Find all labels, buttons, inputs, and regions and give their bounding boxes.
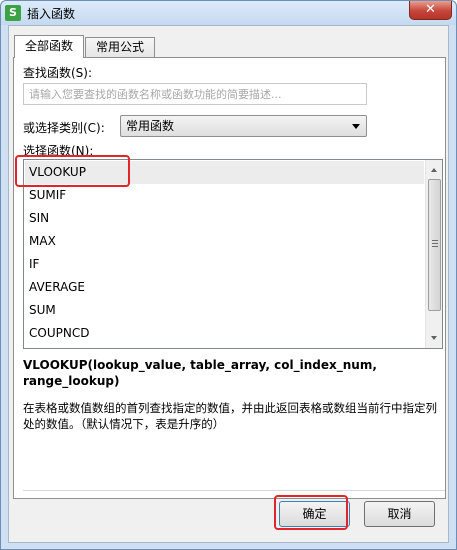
grip-line (432, 240, 438, 241)
scroll-up-icon[interactable] (431, 168, 437, 172)
list-scrollbar[interactable] (425, 160, 442, 348)
tab-all-functions[interactable]: 全部函数 (14, 35, 84, 58)
close-button[interactable]: ✕ (409, 1, 452, 20)
grip-line (432, 246, 438, 247)
scroll-down-icon[interactable] (431, 336, 437, 340)
dialog-window: S 插入函数 ✕ 全部函数 常用公式 查找函数(S): 或选择类别(C): 常用… (0, 0, 457, 550)
chevron-down-icon (352, 124, 360, 129)
function-item-sin[interactable]: SIN (25, 207, 424, 230)
cancel-button[interactable]: 取消 (364, 501, 435, 527)
tab-common-formulas[interactable]: 常用公式 (85, 37, 155, 57)
ok-button[interactable]: 确定 (279, 501, 350, 527)
tab-panel: 查找函数(S): 或选择类别(C): 常用函数 选择函数(N): VLOOKUP… (13, 57, 446, 499)
category-label: 或选择类别(C): (23, 121, 105, 135)
function-item-vlookup[interactable]: VLOOKUP (25, 161, 424, 184)
category-select[interactable]: 常用函数 (120, 115, 367, 137)
function-item-sum[interactable]: SUM (25, 299, 424, 322)
function-item-average[interactable]: AVERAGE (25, 276, 424, 299)
search-input[interactable] (23, 83, 367, 105)
function-item-max[interactable]: MAX (25, 230, 424, 253)
function-item-if[interactable]: IF (25, 253, 424, 276)
search-label: 查找函数(S): (23, 66, 93, 80)
title-bar[interactable]: S 插入函数 (1, 1, 456, 25)
category-selected-value: 常用函数 (126, 119, 175, 133)
function-item-coupncd[interactable]: COUPNCD (25, 322, 424, 345)
function-signature: VLOOKUP(lookup_value, table_array, col_i… (23, 358, 377, 388)
function-description: 在表格或数值数组的首列查找指定的数值，并由此返回表格或数组当前行中指定列处的数值… (23, 401, 437, 431)
function-item-sumif[interactable]: SUMIF (25, 184, 424, 207)
function-list-label: 选择函数(N): (23, 144, 94, 158)
function-list[interactable]: VLOOKUP SUMIF SIN MAX IF AVERAGE SUM COU… (23, 159, 443, 349)
grip-line (432, 243, 438, 244)
dialog-title: 插入函数 (27, 7, 76, 21)
close-icon: ✕ (425, 2, 436, 17)
app-icon: S (5, 5, 21, 21)
dialog-body: 全部函数 常用公式 查找函数(S): 或选择类别(C): 常用函数 选择函数(N… (8, 25, 449, 543)
divider (23, 490, 445, 491)
scroll-thumb[interactable] (428, 179, 441, 311)
